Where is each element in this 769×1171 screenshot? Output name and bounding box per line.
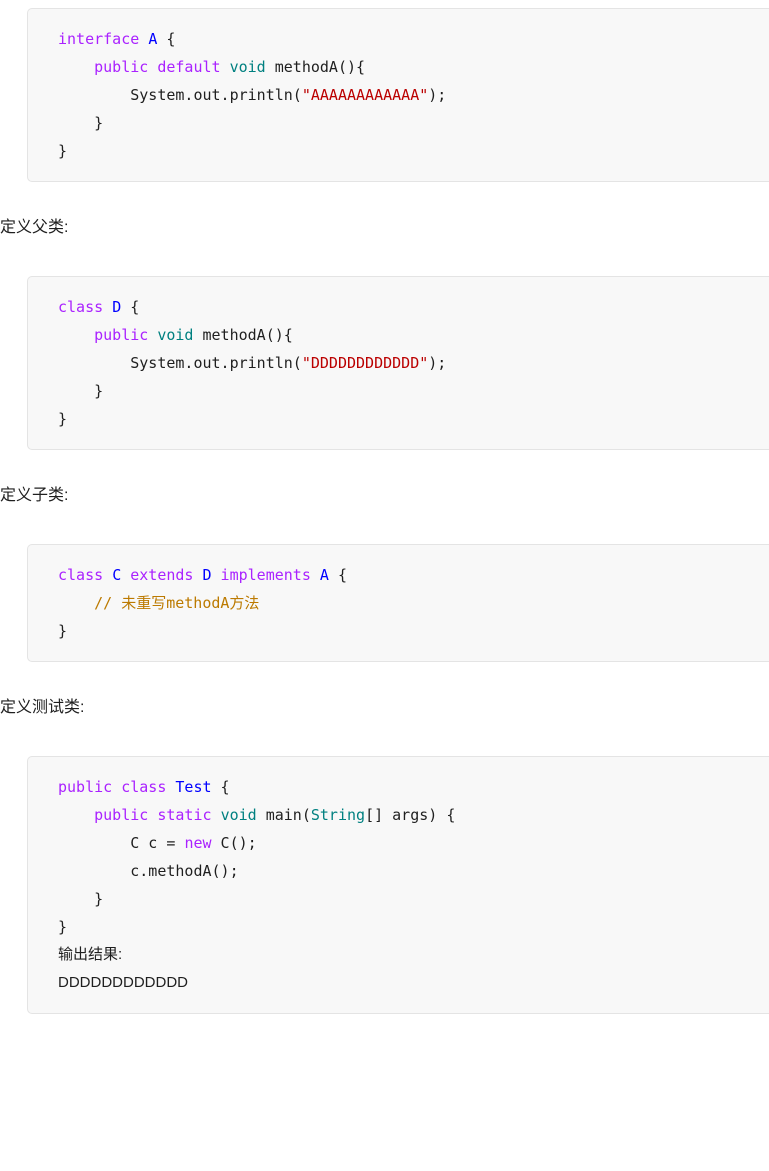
code-content: interface A { public default void method…	[58, 25, 769, 165]
code-token: Test	[175, 778, 212, 796]
code-token: C	[112, 566, 122, 584]
code-block-class-c: class C extends D implements A { // 未重写m…	[27, 544, 769, 662]
code-token: A	[319, 566, 329, 584]
code-token: D	[202, 566, 212, 584]
top-spacer	[0, 0, 769, 8]
code-content: class C extends D implements A { // 未重写m…	[58, 561, 769, 645]
code-token: public class	[58, 778, 176, 796]
code-block-class-test: public class Test { public static void m…	[27, 756, 769, 1014]
code-token: System.out.println(	[58, 354, 302, 372]
code-token: {	[328, 566, 347, 584]
code-content: class D { public void methodA(){ System.…	[58, 293, 769, 433]
code-token: }	[58, 410, 68, 428]
code-token: void	[220, 806, 257, 824]
code-token: new	[184, 834, 212, 852]
code-token: methodA(){	[265, 58, 366, 76]
output-label: 输出结果:	[58, 946, 123, 963]
code-token: c.methodA();	[58, 862, 239, 880]
code-token: {	[211, 778, 230, 796]
code-token: }	[58, 890, 104, 908]
code-token: "AAAAAAAAAAAA"	[301, 86, 429, 104]
code-content: public class Test { public static void m…	[58, 773, 769, 941]
code-token: methodA(){	[193, 326, 293, 344]
code-token: "DDDDDDDDDDDD"	[301, 354, 429, 372]
code-token: D	[112, 298, 122, 316]
caption-define-parent-class: 定义父类:	[0, 219, 69, 236]
caption-define-test-class: 定义测试类:	[0, 699, 85, 716]
code-token: C();	[211, 834, 257, 852]
code-block-interface-a: interface A { public default void method…	[27, 8, 769, 182]
code-token: [] args) {	[365, 806, 456, 824]
code-token: }	[58, 114, 104, 132]
code-token: public	[94, 326, 158, 344]
caption-define-child-class: 定义子类:	[0, 487, 69, 504]
output-value: DDDDDDDDDDDD	[58, 974, 188, 991]
code-token: class	[58, 566, 113, 584]
code-token: public static	[94, 806, 221, 824]
code-token: );	[428, 86, 447, 104]
code-token: {	[121, 298, 140, 316]
code-token: {	[157, 30, 176, 48]
article-body: interface A { public default void method…	[0, 0, 769, 1014]
code-token: public default	[94, 58, 230, 76]
code-token: System.out.println(	[58, 86, 302, 104]
code-token: String	[310, 806, 366, 824]
code-token: extends	[121, 566, 203, 584]
code-token: }	[58, 622, 68, 640]
code-token: C c =	[58, 834, 185, 852]
code-token: implements	[211, 566, 320, 584]
code-token: interface	[58, 30, 149, 48]
code-token: class	[58, 298, 113, 316]
code-token: }	[58, 918, 68, 936]
code-block-class-d: class D { public void methodA(){ System.…	[27, 276, 769, 450]
code-token: // 未重写methodA方法	[94, 594, 260, 612]
code-token: void	[229, 58, 266, 76]
code-token: void	[157, 326, 194, 344]
code-token: );	[428, 354, 447, 372]
code-token: main(	[256, 806, 311, 824]
code-token: }	[58, 142, 68, 160]
code-token: A	[148, 30, 158, 48]
code-token: }	[58, 382, 104, 400]
